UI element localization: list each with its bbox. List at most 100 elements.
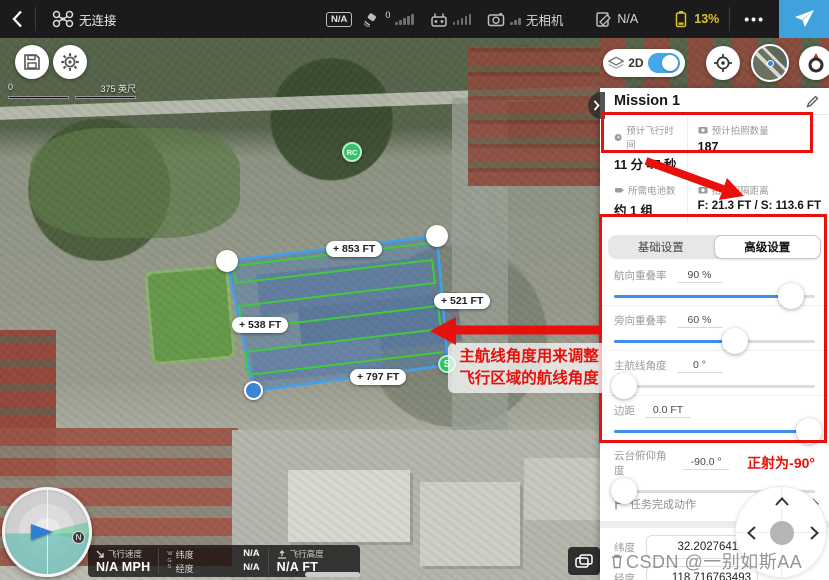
edit-pencil-icon[interactable] — [806, 95, 819, 108]
scale-distance-label: 375 英尺 — [100, 82, 136, 95]
route-start-marker[interactable]: S — [438, 355, 456, 373]
telemetry-lat-value: N/A — [243, 548, 259, 561]
interval-icon — [698, 186, 708, 194]
polygon-vertex-handle[interactable] — [216, 250, 238, 272]
telemetry-lng-value: N/A — [243, 562, 259, 575]
nudge-right-button[interactable] — [806, 525, 822, 541]
gear-icon — [60, 52, 80, 72]
clock-icon — [614, 133, 622, 142]
satellite-signal-bars — [395, 14, 414, 25]
ellipsis-icon: ••• — [744, 11, 765, 27]
front-overlap-slider[interactable] — [614, 295, 815, 298]
battery-percent-value: 13% — [694, 12, 719, 26]
stat-flight-time: 预计飞行时间 11 分 47 秒 — [600, 117, 687, 177]
slider-handle[interactable] — [778, 283, 804, 309]
tab-advanced-settings[interactable]: 高级设置 — [714, 235, 822, 259]
map-mode-toggle[interactable]: 2D — [603, 49, 685, 77]
course-angle-value[interactable]: 0 ° — [677, 359, 723, 373]
slider-row-side-overlap: 旁向重叠率60 % — [600, 306, 829, 351]
chevron-right-icon — [810, 526, 819, 540]
2d-switch[interactable] — [648, 53, 680, 73]
camera-status-label: 无相机 — [526, 10, 564, 29]
slider-row-course-angle: 主航线角度0 ° — [600, 351, 829, 396]
rc-battery-icon — [595, 11, 612, 28]
edge-length-label-bottom: + 797 FT — [350, 369, 406, 385]
edge-length-label-right: + 521 FT — [434, 293, 490, 309]
aircraft-status[interactable]: 无连接 — [36, 10, 127, 29]
slider-handle[interactable] — [611, 478, 637, 504]
map-layers-button[interactable] — [568, 547, 600, 575]
photo-icon — [698, 126, 708, 134]
aircraft-battery-status[interactable]: 13% — [648, 10, 729, 28]
polygon-vertex-handle[interactable] — [426, 225, 448, 247]
latitude-label: 纬度 — [614, 540, 638, 555]
back-chevron-icon — [12, 10, 23, 28]
takeoff-button[interactable] — [779, 0, 829, 38]
polygon-vertex-handle-selected[interactable] — [244, 381, 263, 400]
gimbal-annotation-text: 正射为-90° — [747, 453, 815, 473]
front-overlap-value[interactable]: 90 % — [677, 269, 723, 283]
chevron-right-icon — [593, 100, 600, 111]
gps-mode-badge: N/A — [326, 12, 352, 27]
battery-icon — [674, 10, 689, 28]
scale-zero-label: 0 — [8, 82, 13, 95]
scroll-hint-bar — [305, 572, 360, 577]
app-screen: S RC + 853 FT + 521 FT + 538 FT + 797 FT… — [0, 0, 829, 580]
minimap-button[interactable] — [751, 44, 789, 82]
satellite-count: 0 — [385, 10, 390, 20]
longitude-input[interactable]: 118.716763493 — [646, 566, 758, 580]
margin-slider[interactable] — [614, 430, 815, 433]
slider-row-margin: 边距0.0 FT — [600, 396, 829, 441]
rc-battery-status[interactable]: N/A — [571, 11, 648, 28]
layers-icon — [608, 56, 624, 71]
save-mission-button[interactable] — [15, 45, 49, 79]
gps-coords-block: WGS 纬度N/A 经度N/A — [159, 545, 267, 577]
more-menu-button[interactable]: ••• — [730, 11, 779, 27]
camera-status[interactable]: 无相机 — [479, 10, 571, 29]
position-nudge-dpad[interactable] — [735, 486, 827, 578]
tab-basic-settings[interactable]: 基础设置 — [608, 235, 714, 259]
gimbal-pitch-value[interactable]: -90.0 ° — [683, 456, 729, 470]
battery-count-icon — [614, 186, 624, 195]
stat-photo-interval: 拍照间隔距离 F: 21.3 FT / S: 113.6 FT — [687, 177, 829, 223]
north-compass-icon — [805, 52, 827, 74]
mission-title: Mission 1 — [614, 93, 680, 109]
rc-location-marker: RC — [342, 142, 362, 162]
side-overlap-value[interactable]: 60 % — [677, 314, 723, 328]
stat-photo-count: 预计拍照数量 187 — [687, 117, 829, 177]
wgs-label: WGS — [167, 548, 172, 574]
altitude-icon — [277, 550, 287, 559]
locate-button[interactable] — [706, 46, 740, 80]
rc-signal-bars — [453, 14, 472, 25]
margin-value[interactable]: 0.0 FT — [645, 404, 691, 418]
slider-handle[interactable] — [796, 418, 822, 444]
camera-icon — [487, 12, 505, 27]
edge-length-label-top: + 853 FT — [326, 241, 382, 257]
satellite-icon — [362, 11, 380, 27]
crosshair-icon — [713, 53, 733, 73]
nudge-left-button[interactable] — [743, 525, 759, 541]
connection-status-label: 无连接 — [79, 10, 117, 29]
nudge-up-button[interactable] — [774, 493, 790, 509]
nudge-center-button[interactable] — [770, 521, 794, 545]
compass-reset-button[interactable] — [799, 46, 829, 80]
side-overlap-slider[interactable] — [614, 340, 815, 343]
chevron-left-icon — [747, 526, 756, 540]
rc-status[interactable] — [422, 11, 480, 27]
settings-tabs: 基础设置 高级设置 — [608, 235, 821, 259]
course-angle-slider[interactable] — [614, 385, 815, 388]
slider-row-front-overlap: 航向重叠率90 % — [600, 261, 829, 306]
edge-length-label-left: + 538 FT — [232, 317, 288, 333]
longitude-label: 经度 — [614, 571, 638, 580]
advanced-settings-sliders: 航向重叠率90 % 旁向重叠率60 % 主航线角度0 ° 边距0.0 FT 云台… — [600, 259, 829, 486]
slider-handle[interactable] — [722, 328, 748, 354]
back-button[interactable] — [0, 10, 35, 28]
slider-handle[interactable] — [611, 373, 637, 399]
aircraft-heading-arrow — [31, 524, 53, 540]
map-scale-bar: 0 375 英尺 — [8, 82, 136, 99]
airplane-icon — [792, 7, 816, 31]
camera-signal-bars — [510, 14, 521, 25]
satellite-status[interactable]: 0 — [352, 11, 422, 27]
map-settings-button[interactable] — [53, 45, 87, 79]
flight-speed-block: 飞行速度 N/A MPH — [88, 545, 158, 577]
